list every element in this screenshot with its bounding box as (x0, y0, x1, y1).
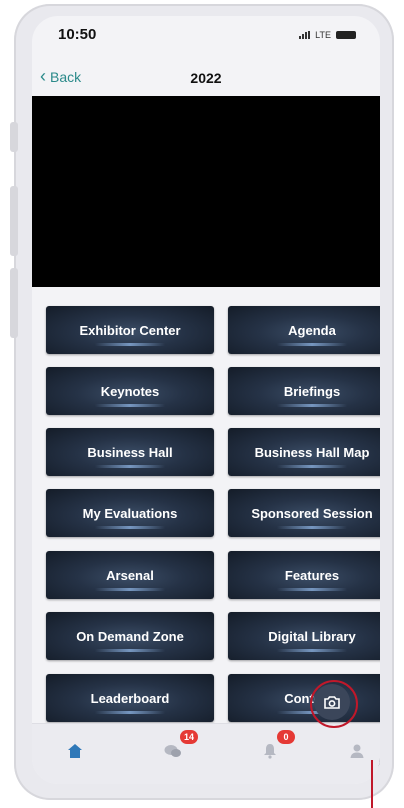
tile-exhibitor-center[interactable]: Exhibitor Center (46, 306, 214, 354)
tile-features[interactable]: Features (228, 551, 380, 599)
status-bar: 10:50 LTE (32, 16, 380, 56)
tile-agenda[interactable]: Agenda (228, 306, 380, 354)
notification-badge: 0 (277, 730, 295, 744)
phone-screen: 10:50 LTE ‹ Back 2022 Exhibitor Center A… (32, 16, 380, 784)
tile-label: On Demand Zone (76, 628, 184, 644)
tile-label: My Evaluations (82, 505, 178, 521)
network-label: LTE (315, 30, 331, 40)
tile-label: Keynotes (100, 383, 160, 399)
tile-label: Digital Library (268, 628, 356, 644)
tile-leaderboard[interactable]: Leaderboard (46, 674, 214, 722)
chat-badge: 14 (180, 730, 198, 744)
navigation-bar: ‹ Back 2022 (32, 60, 380, 96)
tab-bar: 14 0 (32, 723, 380, 784)
tile-label: Leaderboard (90, 690, 170, 706)
tile-arsenal[interactable]: Arsenal (46, 551, 214, 599)
battery-icon (336, 31, 356, 39)
tile-on-demand-zone[interactable]: On Demand Zone (46, 612, 214, 660)
tab-notifications[interactable]: 0 (257, 730, 295, 764)
tile-label: Sponsored Session (251, 505, 373, 521)
tile-label: Agenda (288, 322, 336, 338)
highlight-circle (310, 680, 358, 728)
volume-down-button (10, 268, 18, 338)
tile-briefings[interactable]: Briefings (228, 367, 380, 415)
tile-label: Business Hall Map (254, 444, 370, 460)
mute-switch (10, 122, 18, 152)
bell-icon (264, 744, 276, 759)
status-time: 10:50 (58, 26, 97, 43)
page-title: 2022 (190, 70, 222, 86)
tab-profile[interactable] (344, 738, 370, 764)
pointer-line (371, 760, 373, 808)
tab-home[interactable] (62, 738, 88, 764)
tile-sponsored-session[interactable]: Sponsored Session (228, 489, 380, 537)
person-icon (350, 744, 364, 758)
tile-label: Features (284, 567, 340, 583)
tile-label: Arsenal (106, 567, 154, 583)
video-player[interactable] (32, 96, 380, 287)
tile-business-hall-map[interactable]: Business Hall Map (228, 428, 380, 476)
tile-label: Exhibitor Center (79, 322, 181, 338)
tile-my-evaluations[interactable]: My Evaluations (46, 489, 214, 537)
tile-digital-library[interactable]: Digital Library (228, 612, 380, 660)
status-icons: LTE (299, 30, 356, 40)
chat-icon (164, 745, 181, 757)
tile-keynotes[interactable]: Keynotes (46, 367, 214, 415)
signal-icon (299, 31, 311, 39)
home-icon (68, 744, 82, 758)
tile-label: Briefings (283, 383, 341, 399)
volume-up-button (10, 186, 18, 256)
tile-label: Business Hall (87, 444, 173, 460)
tab-chat[interactable]: 14 (160, 730, 198, 764)
tile-business-hall[interactable]: Business Hall (46, 428, 214, 476)
